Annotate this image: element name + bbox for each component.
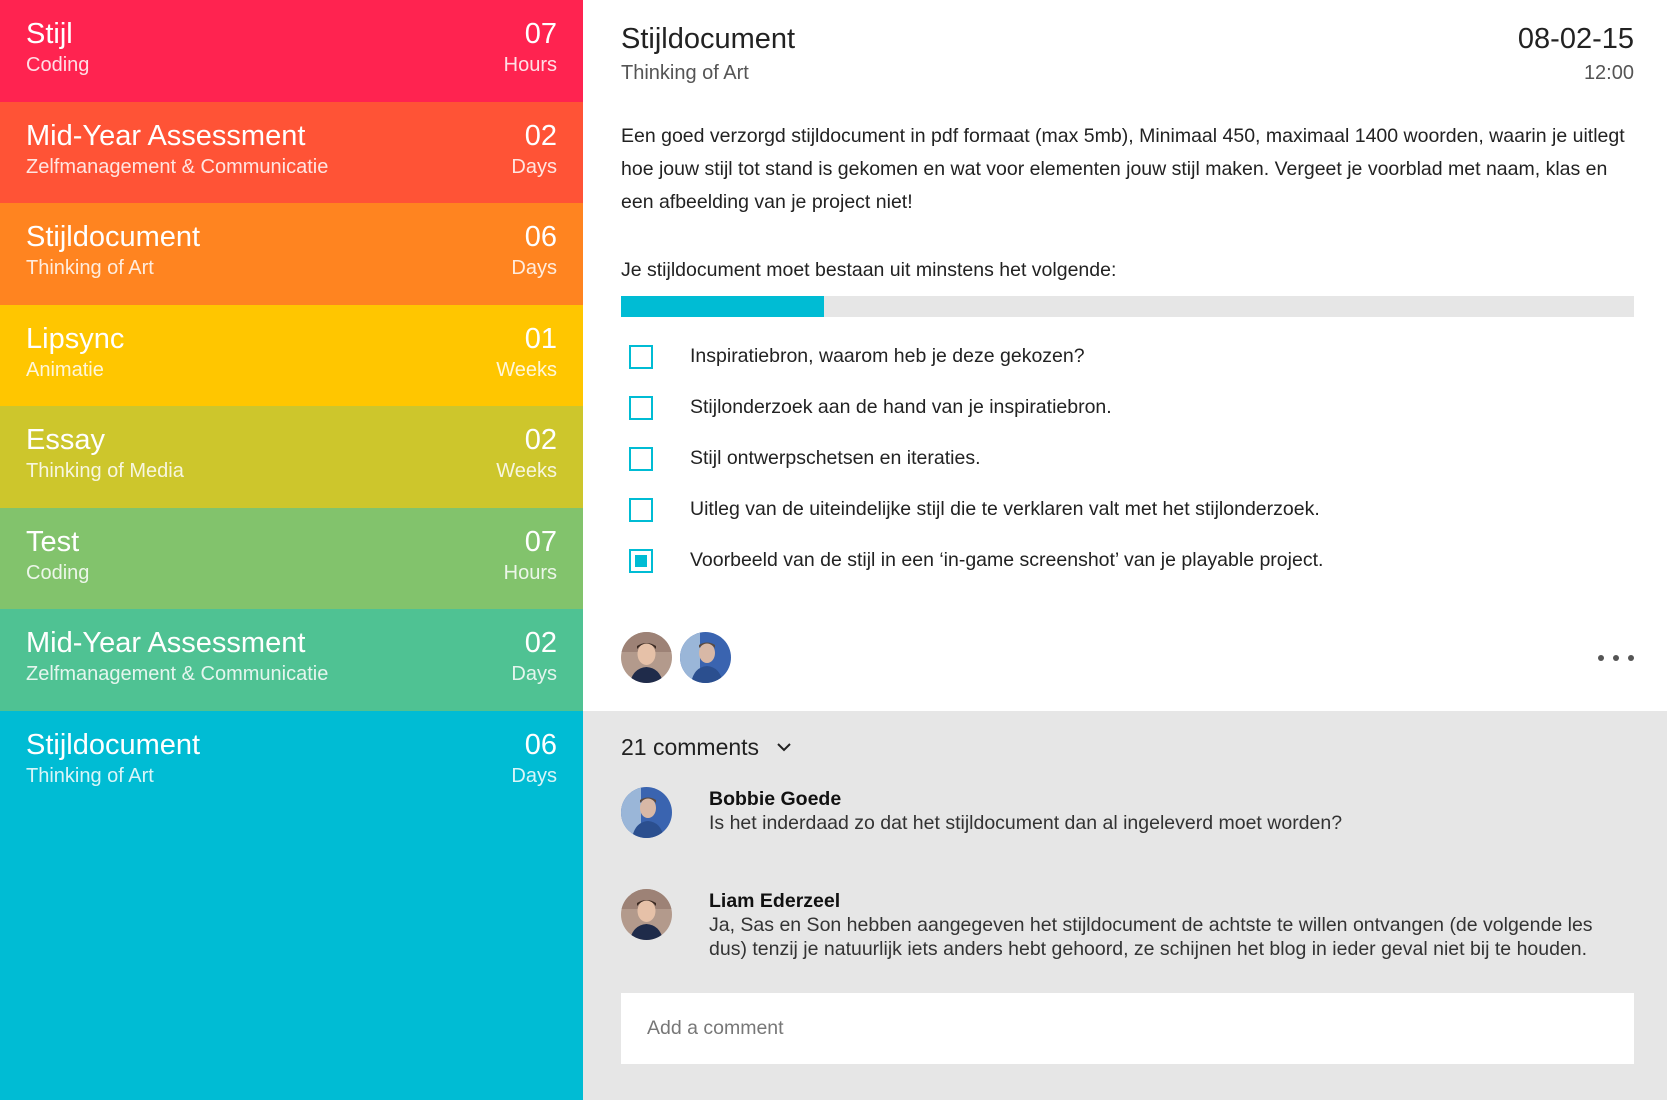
- progress-bar: [621, 296, 1634, 317]
- comments-count: 21 comments: [621, 733, 760, 760]
- checklist-item[interactable]: Voorbeeld van de stijl in een ‘in-game s…: [621, 535, 1634, 586]
- task-unit: Hours: [503, 54, 557, 76]
- task-count: 02: [524, 119, 557, 152]
- task-count: 06: [524, 728, 557, 761]
- task-unit: Days: [511, 663, 557, 685]
- sidebar-task-item[interactable]: Stijl Coding 07 Hours: [0, 0, 583, 102]
- progress-bar-fill: [621, 296, 824, 317]
- checklist-item[interactable]: Stijlonderzoek aan de hand van je inspir…: [621, 382, 1634, 433]
- comment-item: Liam Ederzeel Ja, Sas en Son hebben aang…: [621, 889, 1621, 969]
- task-name: Mid-Year Assessment: [26, 119, 306, 152]
- checklist-item-label: Voorbeeld van de stijl in een ‘in-game s…: [690, 549, 1324, 571]
- sidebar-task-item[interactable]: Mid-Year Assessment Zelfmanagement & Comm…: [0, 609, 583, 711]
- checkbox[interactable]: [629, 396, 653, 420]
- comment-text: Is het inderdaad zo dat het stijldocumen…: [709, 812, 1343, 834]
- comment-author: Bobbie Goede: [709, 788, 842, 810]
- task-course: Coding: [26, 561, 90, 584]
- task-detail: Stijldocument Thinking of Art 08-02-15 1…: [583, 0, 1667, 1100]
- task-course: Zelfmanagement & Communicatie: [26, 663, 329, 685]
- task-description: Een goed verzorgd stijldocument in pdf f…: [621, 125, 1625, 213]
- checklist-item-label: Uitleg van de uiteindelijke stijl die te…: [690, 498, 1320, 520]
- more-options-button[interactable]: [1598, 646, 1634, 670]
- task-unit: Days: [511, 257, 557, 279]
- more-horizontal-icon: [1598, 655, 1604, 661]
- comments-toggle[interactable]: 21 comments: [621, 729, 793, 765]
- task-course: Thinking of Art: [26, 257, 154, 279]
- avatar[interactable]: [621, 787, 672, 838]
- comment-text: Ja, Sas en Son hebben aangegeven het sti…: [709, 914, 1593, 960]
- task-count: 01: [524, 322, 557, 355]
- course-subtitle: Thinking of Art: [621, 62, 749, 84]
- requirements-intro: Je stijldocument moet bestaan uit minste…: [621, 259, 1117, 281]
- task-course: Coding: [26, 54, 90, 76]
- task-unit: Weeks: [496, 358, 557, 381]
- comments-section: 21 comments Bobbie Goede Is het inderdaa…: [583, 711, 1667, 1100]
- task-count: 07: [524, 18, 557, 50]
- requirements-checklist: Inspiratiebron, waarom heb je deze gekoz…: [621, 331, 1634, 586]
- comment-input[interactable]: [621, 993, 1634, 1064]
- checklist-item-label: Stijlonderzoek aan de hand van je inspir…: [690, 396, 1112, 418]
- checkbox[interactable]: [629, 345, 653, 369]
- due-date: 08-02-15: [1517, 23, 1634, 55]
- task-unit: Weeks: [496, 460, 557, 482]
- checklist-item[interactable]: Stijl ontwerpschetsen en iteraties.: [621, 433, 1634, 484]
- task-count: 02: [524, 627, 557, 659]
- checklist-item-label: Stijl ontwerpschetsen en iteraties.: [690, 447, 981, 469]
- person-photo-icon: [621, 632, 672, 683]
- sidebar-task-item[interactable]: Stijldocument Thinking of Art 06 Days: [0, 203, 583, 305]
- task-name: Mid-Year Assessment: [26, 627, 306, 659]
- sidebar-task-item[interactable]: Test Coding 07 Hours: [0, 507, 583, 609]
- task-unit: Days: [511, 764, 557, 787]
- task-name: Stijldocument: [26, 728, 201, 761]
- checklist-item[interactable]: Uitleg van de uiteindelijke stijl die te…: [621, 484, 1634, 535]
- task-name: Lipsync: [26, 322, 125, 355]
- avatar[interactable]: [621, 889, 672, 940]
- page-title: Stijldocument: [621, 23, 796, 55]
- checkbox[interactable]: [629, 447, 653, 471]
- checklist-item[interactable]: Inspiratiebron, waarom heb je deze gekoz…: [621, 331, 1634, 382]
- task-count: 02: [524, 424, 557, 456]
- sidebar-task-item[interactable]: Lipsync Animatie 01 Weeks: [0, 304, 583, 406]
- task-course: Animatie: [26, 358, 104, 381]
- person-photo-icon: [621, 787, 672, 838]
- chevron-down-icon: [777, 743, 791, 752]
- task-unit: Days: [511, 155, 557, 178]
- sidebar-task-item[interactable]: Essay Thinking of Media 02 Weeks: [0, 406, 583, 508]
- task-name: Essay: [26, 424, 105, 456]
- checkbox[interactable]: [629, 549, 653, 573]
- task-unit: Hours: [503, 561, 557, 584]
- task-course: Thinking of Art: [26, 764, 154, 787]
- task-name: Stijldocument: [26, 221, 201, 253]
- avatar[interactable]: [621, 632, 672, 683]
- task-count: 06: [524, 221, 557, 253]
- task-course: Zelfmanagement & Communicatie: [26, 155, 329, 178]
- task-course: Thinking of Media: [26, 460, 184, 482]
- task-name: Stijl: [26, 18, 73, 50]
- comment-author: Liam Ederzeel: [709, 890, 841, 912]
- task-name: Test: [26, 525, 80, 558]
- task-sidebar: Stijl Coding 07 Hours Mid-Year Assessment Zel…: [0, 0, 583, 1100]
- task-count: 07: [524, 525, 557, 558]
- sidebar-task-item[interactable]: Mid-Year Assessment Zelfmanagement & Comm…: [0, 101, 583, 203]
- checklist-item-label: Inspiratiebron, waarom heb je deze gekoz…: [690, 345, 1085, 367]
- sidebar-task-item[interactable]: Stijldocument Thinking of Art 06 Days: [0, 710, 583, 1100]
- comment-item: Bobbie Goede Is het inderdaad zo dat het…: [621, 787, 1621, 847]
- person-photo-icon: [621, 889, 672, 940]
- due-time: 12:00: [1583, 62, 1634, 84]
- checkbox[interactable]: [629, 498, 653, 522]
- avatar[interactable]: [680, 632, 731, 683]
- person-photo-icon: [680, 632, 731, 683]
